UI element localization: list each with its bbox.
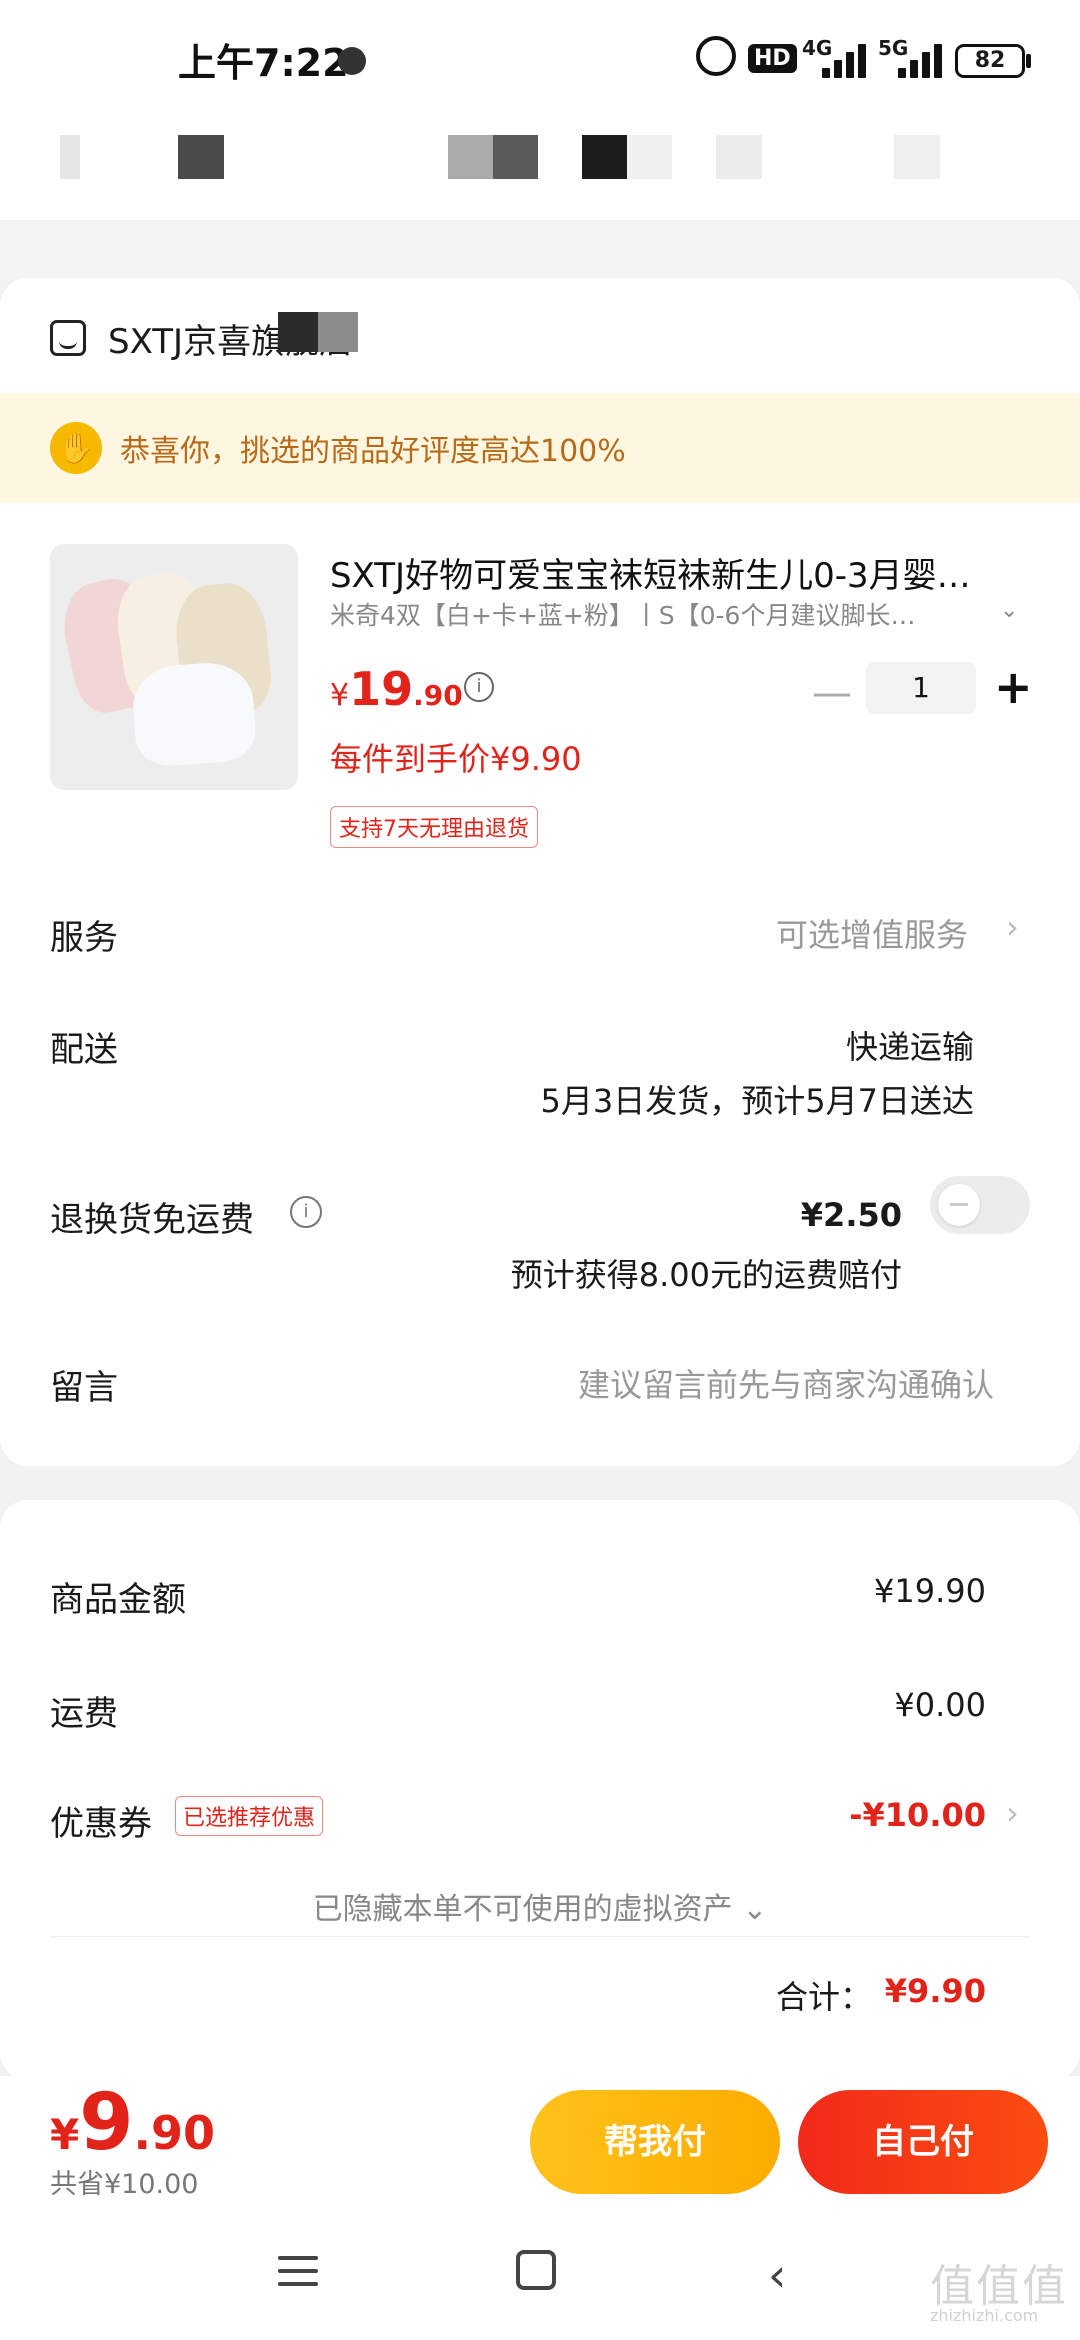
delivery-label: 配送 [50, 1030, 118, 1070]
redacted-block [178, 135, 224, 179]
network-type-1: 4G [802, 36, 833, 60]
signal-icon-1: 4G [802, 36, 868, 78]
promo-text: 恭喜你，挑选的商品好评度高达100% [120, 434, 626, 469]
product-price: ¥ 19 .90 [330, 662, 463, 716]
redacted-block [278, 312, 358, 352]
total-value: ¥9.90 [884, 1972, 986, 2010]
return-shipping-toggle[interactable] [930, 1176, 1030, 1234]
divider [50, 1936, 1030, 1937]
chevron-right-icon[interactable]: › [1006, 1794, 1019, 1832]
watermark-url: zhizhizhi.com [930, 2306, 1039, 2325]
price-integer: 19 [349, 662, 414, 716]
shipping-fee-label: 运费 [50, 1694, 118, 1734]
redacted-block [448, 135, 538, 179]
delivery-schedule: 5月3日发货，预计5月7日送达 [540, 1082, 974, 1120]
service-value[interactable]: 可选增值服务 [776, 910, 968, 956]
back-icon[interactable] [60, 135, 80, 179]
chevron-down-icon[interactable]: ⌄ [1000, 598, 1018, 623]
redacted-block [894, 135, 940, 179]
coupon-tag: 已选推荐优惠 [175, 1796, 324, 1836]
quantity-decrease-button[interactable]: — [812, 670, 852, 716]
notification-dot-icon [338, 47, 366, 75]
message-input[interactable]: 建议留言前先与商家沟通确认 [578, 1360, 994, 1406]
hd-icon: HD [748, 44, 797, 73]
store-icon [50, 320, 86, 356]
goods-amount-label: 商品金额 [50, 1580, 186, 1620]
hidden-assets-text: 已隐藏本单不可使用的虚拟资产 [312, 1892, 733, 1927]
shipping-fee-value: ¥0.00 [894, 1686, 986, 1724]
battery-nub [1026, 54, 1031, 68]
quantity-increase-button[interactable]: + [994, 660, 1033, 714]
coupon-label: 优惠券 [50, 1804, 152, 1844]
return-shipping-info-icon[interactable]: i [290, 1196, 322, 1228]
thumbs-up-icon: ✋ [50, 422, 102, 474]
battery-icon: 82 [955, 44, 1025, 78]
delivery-method: 快递运输 [845, 1028, 974, 1066]
network-type-2: 5G [878, 36, 909, 60]
status-time: 上午7:22 [178, 41, 349, 85]
return-shipping-price: ¥2.50 [800, 1196, 902, 1234]
chevron-right-icon[interactable]: › [1006, 908, 1019, 946]
total-decimal: .90 [133, 2106, 216, 2160]
chevron-down-icon: ⌄ [742, 1892, 768, 1927]
menu-icon[interactable] [278, 2254, 318, 2288]
toggle-knob [938, 1184, 980, 1226]
help-me-pay-button[interactable]: 帮我付 [530, 2090, 780, 2194]
watermark-logo: 值值值 [930, 2261, 1068, 2312]
pay-myself-button[interactable]: 自己付 [798, 2090, 1048, 2194]
redacted-block [582, 135, 672, 179]
price-decimal: .90 [413, 679, 463, 712]
redacted-block [716, 135, 762, 179]
price-info-icon[interactable]: i [464, 672, 494, 702]
product-title[interactable]: SXTJ好物可爱宝宝袜短袜新生儿0-3月婴… [330, 548, 1030, 597]
alarm-icon [696, 36, 736, 76]
total-integer: 9 [79, 2078, 134, 2168]
signal-icon-2: 5G [878, 36, 944, 78]
product-spec[interactable]: 米奇4双【白+卡+蓝+粉】丨S【0-6个月建议脚长… [330, 596, 1010, 632]
return-shipping-note: 预计获得8.00元的运费赔付 [510, 1256, 902, 1294]
hidden-assets-toggle[interactable]: 已隐藏本单不可使用的虚拟资产 ⌄ [0, 1884, 1080, 1928]
coupon-value[interactable]: -¥10.00 [849, 1796, 986, 1834]
product-image[interactable] [50, 544, 298, 790]
message-label: 留言 [50, 1368, 118, 1408]
price-currency: ¥ [330, 678, 350, 713]
promo-banner: ✋ 恭喜你，挑选的商品好评度高达100% [0, 393, 1080, 503]
checkout-total-price: ¥ 9 .90 [50, 2078, 215, 2168]
home-icon[interactable] [516, 2250, 556, 2290]
service-label: 服务 [50, 918, 118, 958]
back-icon[interactable]: ‹ [768, 2248, 786, 2302]
net-price-text: 每件到手价¥9.90 [330, 740, 582, 778]
total-label: 合计： [775, 1978, 872, 2016]
address-card-peek [0, 220, 1080, 280]
quantity-input[interactable]: 1 [866, 662, 976, 714]
return-shipping-label: 退换货免运费 [50, 1200, 254, 1240]
saved-amount: 共省¥10.00 [50, 2169, 199, 2200]
return-policy-badge: 支持7天无理由退货 [330, 806, 538, 848]
total-currency: ¥ [50, 2110, 80, 2159]
goods-amount-value: ¥19.90 [874, 1572, 986, 1610]
